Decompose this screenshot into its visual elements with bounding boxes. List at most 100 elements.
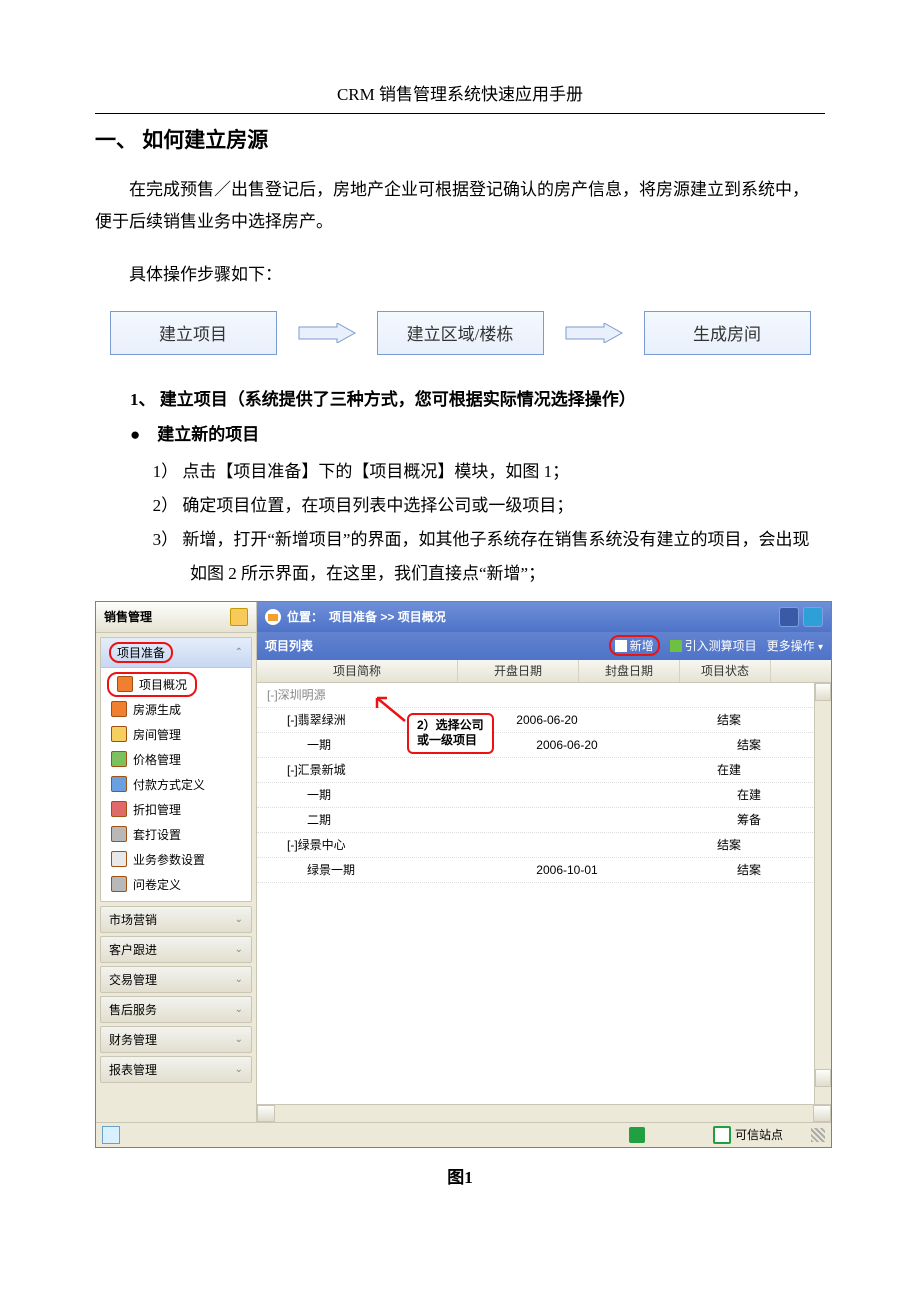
import-icon [670, 640, 682, 652]
cell-open-date: 2006-06-20 [507, 738, 627, 752]
arrow-icon [297, 323, 357, 343]
sidebar-item[interactable]: 房间管理 [101, 722, 251, 747]
chevron-down-icon: ⌄ [235, 944, 243, 955]
sidebar-group[interactable]: 市场营销⌄ [100, 906, 252, 933]
popup-icon [629, 1127, 645, 1143]
group-label: 市场营销 [109, 911, 157, 928]
table-row[interactable]: 一期2006-06-20结案 [257, 733, 831, 758]
nav-item-label: 付款方式定义 [133, 776, 205, 793]
vertical-scrollbar[interactable] [814, 683, 831, 1104]
cell-name: [-]汇景新城 [257, 761, 487, 778]
nav-item-icon [111, 776, 127, 792]
sidebar-item[interactable]: 折扣管理 [101, 797, 251, 822]
sidebar-item[interactable]: 房源生成 [101, 697, 251, 722]
more-actions-label: 更多操作 [767, 639, 815, 653]
nav-block: 项目准备 ⌃ 项目概况 房源生成房间管理价格管理付款方式定义折扣管理套打设置业务… [100, 637, 252, 902]
nav-item-label: 业务参数设置 [133, 851, 205, 868]
nav-item-icon [111, 876, 127, 892]
cell-status: 结案 [707, 836, 807, 853]
cell-name: [-]绿景中心 [257, 836, 487, 853]
table-body: [-]深圳明源[-]翡翠绿洲2006-06-20结案一期2006-06-20结案… [257, 683, 831, 1104]
sidebar-item[interactable]: 价格管理 [101, 747, 251, 772]
horizontal-scrollbar[interactable] [257, 1104, 831, 1122]
scroll-down-button[interactable] [815, 1069, 831, 1087]
sidebar-title: 销售管理 [104, 608, 152, 625]
home-icon [265, 609, 281, 625]
import-button[interactable]: 引入测算项目 [670, 637, 757, 654]
table-row[interactable]: [-]绿景中心 结案 [257, 833, 831, 858]
header-rule [95, 113, 825, 114]
new-icon [615, 640, 627, 652]
flow-step-2: 建立区域/楼栋 [377, 311, 544, 355]
scroll-up-button[interactable] [815, 683, 831, 701]
chevron-down-icon: ⌄ [235, 1034, 243, 1045]
sidebar-item-overview[interactable]: 项目概况 [107, 672, 197, 697]
table-row[interactable]: [-]汇景新城在建 [257, 758, 831, 783]
group-label: 售后服务 [109, 1001, 157, 1018]
cell-status: 结案 [727, 861, 827, 878]
print-button[interactable] [779, 607, 799, 627]
panel-toolbar: 项目列表 新增 引入测算项目 更多操作 ▾ [257, 632, 831, 660]
table-row[interactable]: [-]深圳明源 [257, 683, 831, 708]
nav-item-icon [111, 851, 127, 867]
nav-item-icon [111, 726, 127, 742]
col-status: 项目状态 [680, 660, 771, 682]
cell-name: 绿景一期 [257, 861, 507, 878]
nav-block-header[interactable]: 项目准备 ⌃ [101, 638, 251, 668]
sidebar-group[interactable]: 交易管理⌄ [100, 966, 252, 993]
location-prefix: 位置： [287, 608, 323, 625]
table-row[interactable]: 绿景一期2006-10-01 结案 [257, 858, 831, 883]
cell-name: 二期 [257, 811, 507, 828]
nav-item-icon [111, 751, 127, 767]
group-label: 交易管理 [109, 971, 157, 988]
sidebar-item[interactable]: 套打设置 [101, 822, 251, 847]
steps-intro: 具体操作步骤如下： [95, 259, 825, 291]
collapse-icon: ⌃ [235, 647, 243, 658]
new-button[interactable]: 新增 [609, 635, 660, 656]
cell-status: 结案 [707, 711, 807, 728]
new-button-label: 新增 [630, 637, 654, 654]
sidebar-group[interactable]: 客户跟进⌄ [100, 936, 252, 963]
nav-item-label: 套打设置 [133, 826, 181, 843]
nav-label: 项目概况 [139, 676, 187, 693]
section-heading: 一、 如何建立房源 [95, 124, 825, 154]
table-row[interactable]: [-]翡翠绿洲2006-06-20结案 [257, 708, 831, 733]
cell-status: 筹备 [727, 811, 827, 828]
substep-3: 3） 新增，打开“新增项目”的界面，如其他子系统存在销售系统没有建立的项目，会出… [190, 523, 825, 591]
sidebar-item[interactable]: 问卷定义 [101, 872, 251, 897]
cell-name: 一期 [257, 786, 507, 803]
import-button-label: 引入测算项目 [685, 637, 757, 654]
resize-grip-icon [811, 1128, 825, 1142]
nav-item-label: 房间管理 [133, 726, 181, 743]
chevron-down-icon: ⌄ [235, 1064, 243, 1075]
substep-2: 2） 确定项目位置，在项目列表中选择公司或一级项目； [190, 489, 825, 523]
sidebar-group[interactable]: 财务管理 ⌄ [100, 1026, 252, 1053]
table-row[interactable]: 二期 筹备 [257, 808, 831, 833]
sidebar-icon [230, 608, 248, 626]
location-bar: 位置： 项目准备 >> 项目概况 [257, 602, 831, 632]
col-open-date: 开盘日期 [458, 660, 579, 682]
panel-title: 项目列表 [265, 637, 313, 654]
status-icon [102, 1126, 120, 1144]
trusted-site-icon [713, 1126, 731, 1144]
group-label: 报表管理 [109, 1061, 157, 1078]
scroll-right-button[interactable] [813, 1105, 831, 1122]
more-actions-button[interactable]: 更多操作 ▾ [767, 637, 823, 654]
annotation-arrow-icon [372, 693, 407, 723]
nav-item-label: 价格管理 [133, 751, 181, 768]
numbered-item-1: 1、 建立项目（系统提供了三种方式，您可根据实际情况选择操作） [130, 385, 825, 410]
sidebar-header: 销售管理 [96, 602, 256, 633]
main-panel: 位置： 项目准备 >> 项目概况 项目列表 新增 [257, 602, 831, 1122]
sidebar-group[interactable]: 售后服务⌄ [100, 996, 252, 1023]
sidebar-item[interactable]: 付款方式定义 [101, 772, 251, 797]
scroll-left-button[interactable] [257, 1105, 275, 1122]
cell-open-date: 2006-06-20 [487, 713, 607, 727]
sidebar-item[interactable]: 业务参数设置 [101, 847, 251, 872]
nav-item-label: 问卷定义 [133, 876, 181, 893]
flow-diagram: 建立项目 建立区域/楼栋 生成房间 [95, 311, 825, 355]
sidebar-group[interactable]: 报表管理 ⌄ [100, 1056, 252, 1083]
group-label: 财务管理 [109, 1031, 157, 1048]
cell-open-date: 2006-10-01 [507, 863, 627, 877]
table-row[interactable]: 一期在建 [257, 783, 831, 808]
help-button[interactable] [803, 607, 823, 627]
